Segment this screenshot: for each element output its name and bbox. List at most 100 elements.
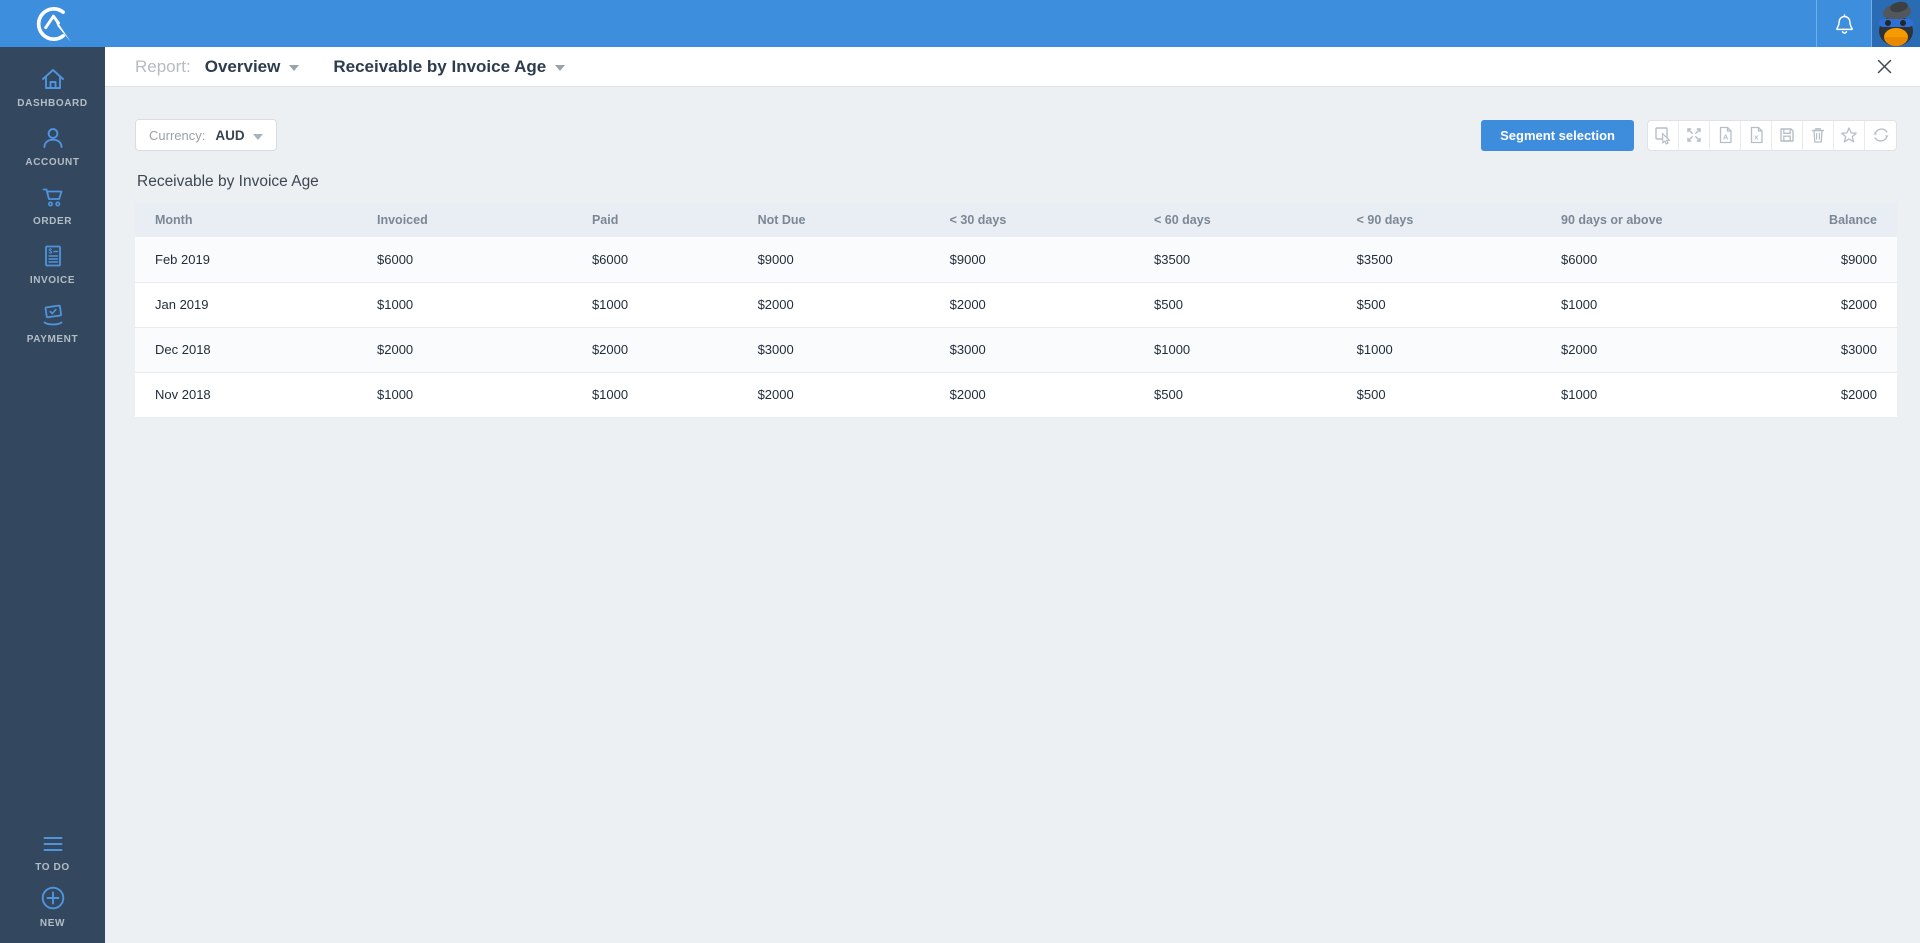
currency-selector[interactable]: Currency: AUD bbox=[135, 119, 277, 151]
close-report-button[interactable] bbox=[1875, 57, 1894, 76]
table-head: Month Invoiced Paid Not Due < 30 days < 60 da… bbox=[135, 203, 1897, 237]
select-area-button[interactable] bbox=[1648, 120, 1679, 150]
report-content: Currency: AUD Segment selection A x Rece… bbox=[105, 87, 1920, 418]
svg-text:$: $ bbox=[48, 249, 52, 256]
table-cell: $2000 bbox=[1761, 282, 1897, 328]
export-excel-icon: x bbox=[1750, 126, 1763, 144]
sidebar-item-account[interactable]: ACCOUNT bbox=[0, 126, 105, 168]
delete-button[interactable] bbox=[1803, 120, 1834, 150]
table-cell: $6000 bbox=[357, 237, 572, 283]
chevron-down-icon bbox=[289, 65, 300, 71]
table-cell: $1000 bbox=[1541, 372, 1762, 418]
home-icon bbox=[41, 69, 64, 89]
table-cell: $3000 bbox=[1761, 327, 1897, 373]
logo-icon bbox=[36, 6, 70, 41]
invoice-icon: $ bbox=[44, 245, 61, 267]
table-cell: $9000 bbox=[737, 237, 930, 283]
currency-label: Currency: bbox=[149, 127, 206, 143]
star-icon bbox=[1841, 127, 1857, 143]
table-cell: $2000 bbox=[571, 327, 738, 373]
table-row: Jan 2019 $1000 $1000 $2000 $2000 $500 $500 $100… bbox=[135, 282, 1897, 328]
table-cell: $2000 bbox=[357, 327, 572, 373]
controls-row: Currency: AUD Segment selection A x bbox=[135, 119, 1897, 151]
sidebar-bottom-group: TO DO NEW bbox=[0, 833, 105, 929]
sidebar-item-label: INVOICE bbox=[29, 275, 76, 286]
favorite-button[interactable] bbox=[1834, 120, 1865, 150]
page-title: Receivable by Invoice Age bbox=[137, 173, 319, 190]
table-cell: $3000 bbox=[929, 327, 1135, 373]
table-cell: $9000 bbox=[929, 237, 1135, 283]
cart-icon bbox=[42, 188, 62, 207]
save-button[interactable] bbox=[1772, 120, 1803, 150]
export-pdf-button[interactable]: A bbox=[1710, 120, 1741, 150]
table-cell: $2000 bbox=[737, 372, 930, 418]
chevron-down-icon bbox=[555, 65, 566, 71]
row-month: Jan 2019 bbox=[135, 282, 357, 328]
table-cell: $1000 bbox=[357, 372, 572, 418]
main-area: Report: Overview Receivable by Invoice A… bbox=[105, 47, 1920, 943]
penguin-avatar bbox=[1872, 0, 1920, 47]
sidebar-item-label: NEW bbox=[39, 918, 66, 929]
table-header-row: Month Invoiced Paid Not Due < 30 days < 60 da… bbox=[135, 203, 1897, 237]
table-cell: $1000 bbox=[357, 282, 572, 328]
table-row: Nov 2018 $1000 $1000 $2000 $2000 $500 $500 $100… bbox=[135, 372, 1897, 418]
report-label: Report: bbox=[135, 56, 191, 76]
column-header: < 30 days bbox=[929, 203, 1135, 237]
expand-button[interactable] bbox=[1679, 120, 1710, 150]
column-header: Month bbox=[135, 203, 357, 237]
sidebar-item-label: TO DO bbox=[35, 862, 70, 873]
export-excel-button[interactable]: x bbox=[1741, 120, 1772, 150]
row-month: Dec 2018 bbox=[135, 327, 357, 373]
table-cell: $1000 bbox=[1541, 282, 1762, 328]
app-logo[interactable] bbox=[0, 0, 105, 47]
table-cell: $2000 bbox=[737, 282, 930, 328]
report-name-value: Receivable by Invoice Age bbox=[333, 56, 547, 76]
export-pdf-icon: A bbox=[1719, 126, 1732, 144]
table-cell: $9000 bbox=[1761, 237, 1897, 283]
todo-list-icon bbox=[43, 837, 62, 851]
table-cell: $500 bbox=[1134, 282, 1337, 328]
sidebar-item-label: ORDER bbox=[32, 216, 73, 227]
sidebar-item-todo[interactable]: TO DO bbox=[0, 833, 105, 873]
table-row: Feb 2019 $6000 $6000 $9000 $9000 $3500 $3500 $6… bbox=[135, 237, 1897, 283]
refresh-icon bbox=[1873, 128, 1888, 142]
sidebar-item-order[interactable]: ORDER bbox=[0, 185, 105, 227]
sidebar-item-invoice[interactable]: $ INVOICE bbox=[0, 244, 105, 286]
sidebar-item-new[interactable]: NEW bbox=[0, 885, 105, 929]
table-cell: $6000 bbox=[1541, 237, 1762, 283]
report-name-selector[interactable]: Receivable by Invoice Age bbox=[333, 56, 566, 77]
select-area-icon bbox=[1655, 127, 1671, 145]
table-cell: $3500 bbox=[1134, 237, 1337, 283]
expand-icon bbox=[1687, 128, 1701, 142]
close-icon bbox=[1877, 59, 1892, 74]
refresh-button[interactable] bbox=[1865, 121, 1896, 150]
plus-circle-icon bbox=[41, 886, 64, 910]
sidebar: DASHBOARD ACCOUNT ORDER $ INVOICE PAYMEN… bbox=[0, 47, 105, 943]
table-row: Dec 2018 $2000 $2000 $3000 $3000 $1000 $1000 $2… bbox=[135, 327, 1897, 373]
column-header: < 60 days bbox=[1134, 203, 1337, 237]
column-header: < 90 days bbox=[1336, 203, 1542, 237]
sidebar-item-dashboard[interactable]: DASHBOARD bbox=[0, 67, 105, 109]
table-cell: $2000 bbox=[1761, 372, 1897, 418]
table-body: Feb 2019 $6000 $6000 $9000 $9000 $3500 $3500 $6… bbox=[135, 237, 1897, 418]
column-header: Balance bbox=[1761, 203, 1897, 237]
table-cell: $500 bbox=[1134, 372, 1337, 418]
column-header: Paid bbox=[571, 203, 738, 237]
save-icon bbox=[1780, 128, 1794, 142]
trash-icon bbox=[1811, 128, 1825, 143]
notifications-button[interactable] bbox=[1817, 0, 1871, 47]
column-header: 90 days or above bbox=[1541, 203, 1762, 237]
toolbar-icon-group: A x bbox=[1647, 119, 1897, 151]
table-cell: $500 bbox=[1336, 372, 1542, 418]
table-cell: $1000 bbox=[1336, 327, 1542, 373]
table-cell: $3000 bbox=[737, 327, 930, 373]
person-icon bbox=[43, 128, 62, 148]
bell-icon bbox=[1835, 13, 1853, 34]
sidebar-item-payment[interactable]: PAYMENT bbox=[0, 303, 105, 345]
segment-selection-button[interactable]: Segment selection bbox=[1481, 119, 1634, 151]
report-type-selector[interactable]: Overview bbox=[205, 57, 300, 77]
report-type-value: Overview bbox=[204, 56, 281, 76]
report-header: Report: Overview Receivable by Invoice A… bbox=[105, 47, 1920, 87]
user-avatar[interactable] bbox=[1872, 0, 1920, 47]
table-cell: $1000 bbox=[1134, 327, 1337, 373]
